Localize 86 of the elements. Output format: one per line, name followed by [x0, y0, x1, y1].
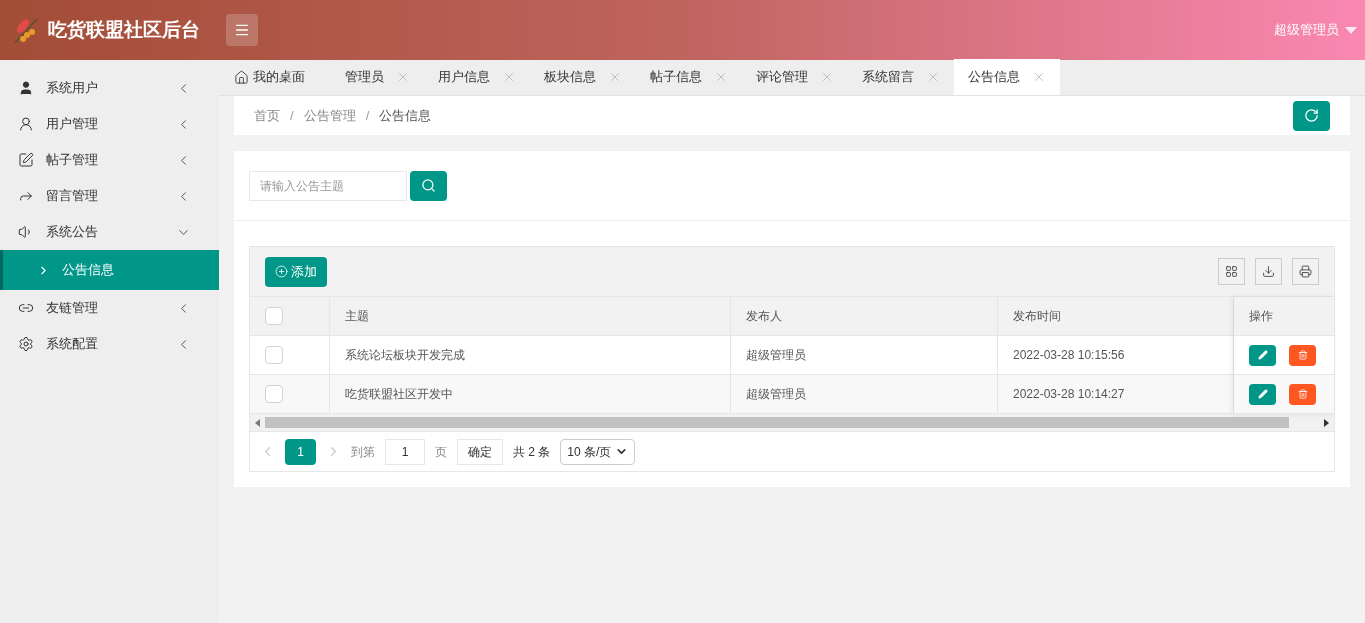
sidebar-label: 留言管理: [46, 187, 99, 206]
sidebar-item[interactable]: 帖子管理: [0, 142, 219, 178]
total-count: 共 2 条: [513, 443, 551, 461]
sidebar-label: 用户管理: [46, 115, 99, 134]
export-icon: [1262, 265, 1275, 278]
sidebar-item[interactable]: 用户管理: [0, 106, 219, 142]
sidebar-label: 系统公告: [46, 223, 99, 242]
table-cell: 吃货联盟社区开发中: [330, 375, 731, 413]
sidebar-label: 系统用户: [46, 79, 99, 98]
column-header: 操作: [1234, 297, 1334, 336]
breadcrumb-separator: /: [365, 106, 370, 125]
delete-button[interactable]: [1289, 344, 1316, 366]
page-tab[interactable]: 评论管理: [742, 59, 848, 95]
grid-button[interactable]: [1218, 258, 1245, 285]
close-icon: [608, 70, 622, 84]
close-icon: [1032, 70, 1046, 84]
close-icon: [396, 70, 410, 84]
caret-icon: [1345, 26, 1357, 34]
select-all-checkbox[interactable]: [265, 307, 283, 325]
refresh-button[interactable]: [1293, 100, 1330, 131]
sidebar-item[interactable]: 系统用户: [0, 70, 219, 106]
print-icon: [1299, 265, 1312, 278]
sidebar-item[interactable]: 友链管理: [0, 290, 219, 326]
edit-button[interactable]: [1249, 383, 1276, 405]
sidebar-label: 帖子管理: [46, 151, 99, 170]
trash-icon: [1297, 389, 1308, 399]
delete-button[interactable]: [1289, 383, 1316, 405]
close-icon: [714, 70, 728, 84]
row-checkbox[interactable]: [265, 346, 283, 364]
page-tab[interactable]: 用户信息: [424, 59, 530, 95]
page-number[interactable]: 1: [285, 438, 316, 465]
edit-button[interactable]: [1249, 344, 1276, 366]
app-title: 吃货联盟社区后台: [48, 17, 200, 42]
page-tab[interactable]: 板块信息: [530, 59, 636, 95]
confirm-button[interactable]: 确定: [457, 438, 503, 465]
page-tab[interactable]: 管理员: [331, 59, 424, 95]
table-cell: 超级管理员: [731, 336, 998, 374]
plus-circle-icon: [275, 265, 288, 278]
page-size-select[interactable]: 10 条/页: [560, 438, 636, 465]
add-button[interactable]: 添加: [265, 256, 327, 287]
sidebar-item[interactable]: 系统配置: [0, 326, 219, 362]
sidebar-label: 友链管理: [46, 299, 99, 318]
column-header: 发布人: [731, 297, 998, 335]
home-icon: [234, 69, 249, 85]
sidebar-subitem[interactable]: 公告信息: [0, 250, 219, 290]
search-icon: [421, 178, 436, 193]
close-icon: [926, 70, 940, 84]
edit-icon: [18, 152, 34, 168]
search-field[interactable]: 请输入公告主题: [249, 170, 407, 201]
sidebar-item[interactable]: 留言管理: [0, 178, 219, 214]
user-icon: [18, 80, 34, 96]
page-tab[interactable]: 公告信息: [954, 59, 1060, 95]
refresh-icon: [1304, 108, 1319, 123]
page-tab[interactable]: 帖子信息: [636, 59, 742, 95]
scroll-left-icon[interactable]: [254, 418, 260, 427]
page-tab[interactable]: 系统留言: [848, 59, 954, 95]
breadcrumb-link[interactable]: 公告信息: [379, 105, 432, 126]
table-cell: 系统论坛板块开发完成: [330, 336, 731, 374]
close-icon: [502, 70, 516, 84]
breadcrumb-separator: /: [290, 106, 294, 125]
table-cell: 超级管理员: [731, 375, 998, 413]
breadcrumb-link[interactable]: 公告管理: [303, 105, 356, 126]
pencil-icon: [1257, 350, 1268, 360]
grid-icon: [1225, 265, 1238, 278]
scroll-right-icon[interactable]: [1324, 418, 1330, 427]
column-header: 主题: [330, 297, 731, 335]
sidebar-label: 公告信息: [62, 261, 114, 280]
sidebar-label: 系统配置: [46, 335, 99, 354]
horizontal-scrollbar[interactable]: [250, 414, 1334, 431]
settings-icon: [18, 336, 34, 352]
print-button[interactable]: [1292, 258, 1319, 285]
goto-label: 到第: [351, 443, 375, 461]
user-outline-icon: [18, 116, 34, 132]
menu-icon: [234, 22, 250, 38]
search-button[interactable]: [410, 170, 447, 201]
export-button[interactable]: [1255, 258, 1282, 285]
breadcrumb-link[interactable]: 首页: [254, 105, 280, 126]
pencil-icon: [1257, 389, 1268, 399]
page-input[interactable]: 1: [385, 438, 425, 465]
row-checkbox[interactable]: [265, 385, 283, 403]
menu-toggle-button[interactable]: [226, 14, 258, 46]
close-icon: [820, 70, 834, 84]
page-tab[interactable]: 我的桌面: [232, 59, 331, 95]
page-unit-label: 页: [435, 443, 447, 461]
trash-icon: [1297, 350, 1308, 360]
sidebar-item[interactable]: 系统公告: [0, 214, 219, 250]
